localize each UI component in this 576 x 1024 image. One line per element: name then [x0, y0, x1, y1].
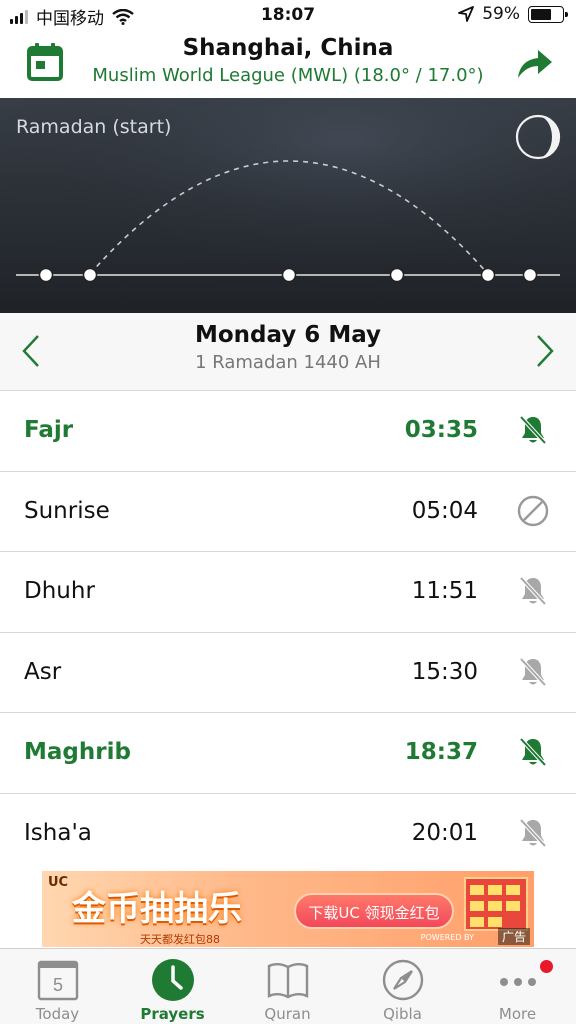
clock-icon	[151, 959, 194, 1001]
tab-quran[interactable]: Quran	[230, 949, 345, 1024]
prayer-name: Sunrise	[24, 497, 110, 524]
prayer-row-fajr[interactable]: Fajr 03:35	[0, 391, 576, 472]
tab-more[interactable]: More	[460, 949, 575, 1024]
bell-off-icon[interactable]	[516, 655, 550, 689]
tab-bar: 5 Today Prayers Quran Qibla More	[0, 948, 576, 1024]
prayer-time: 03:35	[404, 417, 478, 443]
timeline-dot	[480, 267, 496, 283]
bell-off-icon[interactable]	[516, 574, 550, 608]
ad-cta-button[interactable]: 下载UC 领现金红包	[294, 893, 454, 929]
ad-brand: UC	[48, 875, 69, 890]
tab-label: Qibla	[383, 1005, 422, 1023]
prayer-name: Dhuhr	[24, 578, 95, 604]
prayer-time: 11:51	[411, 578, 478, 604]
share-icon[interactable]	[514, 44, 554, 82]
prayer-row-maghrib[interactable]: Maghrib 18:37	[0, 713, 576, 794]
compass-icon	[382, 959, 423, 1001]
calendar-day-icon: 5	[37, 960, 78, 1001]
prayer-time: 18:37	[404, 739, 478, 765]
today-day-number: 5	[52, 975, 62, 995]
bell-off-icon[interactable]	[516, 735, 550, 769]
ad-banner[interactable]: UC 金币抽抽乐 天天都发红包88 下载UC 领现金红包 POWERED BY …	[42, 871, 534, 947]
moon-icon	[515, 114, 561, 160]
bell-off-icon[interactable]	[516, 816, 550, 850]
bell-off-icon[interactable]	[516, 413, 550, 447]
banner-label: Ramadan (start)	[16, 116, 172, 138]
disabled-icon[interactable]	[516, 494, 550, 528]
location-arrow-icon	[458, 6, 475, 22]
ad-slogan: 金币抽抽乐	[72, 889, 242, 929]
prayer-row-asr[interactable]: Asr 15:30	[0, 632, 576, 713]
current-date: Monday 6 May	[194, 322, 382, 348]
timeline-dot	[522, 267, 538, 283]
prayer-name: Asr	[24, 658, 62, 685]
sun-path-banner: Ramadan (start)	[0, 98, 576, 313]
prayer-name: Isha'a	[24, 819, 92, 846]
calculation-method[interactable]: Muslim World League (MWL) (18.0° / 17.0°…	[0, 65, 576, 86]
date-navigator: Monday 6 May 1 Ramadan 1440 AH	[0, 313, 576, 391]
timeline-dot	[82, 267, 98, 283]
prayer-list: Fajr 03:35 Sunrise 05:04 Dhuhr 11:51 Asr…	[0, 391, 576, 874]
prayer-time: 20:01	[411, 819, 478, 846]
battery-icon	[528, 5, 568, 23]
prayer-row-ishaa[interactable]: Isha'a 20:01	[0, 793, 576, 874]
header: Shanghai, China Muslim World League (MWL…	[0, 32, 576, 98]
tab-label: Prayers	[140, 1005, 205, 1023]
prayer-time: 15:30	[411, 658, 478, 685]
notification-badge	[540, 960, 553, 973]
location-title[interactable]: Shanghai, China	[0, 35, 576, 61]
ad-subtitle: 天天都发红包88	[140, 933, 220, 946]
tab-qibla[interactable]: Qibla	[345, 949, 460, 1024]
hijri-date: 1 Ramadan 1440 AH	[195, 352, 381, 373]
ad-thumbnail	[464, 877, 528, 931]
more-icon	[499, 978, 536, 986]
prayer-row-sunrise[interactable]: Sunrise 05:04	[0, 471, 576, 552]
battery-percent: 59%	[482, 4, 520, 24]
tab-label: Quran	[264, 1005, 311, 1023]
status-bar: 中国移动 18:07 59%	[0, 0, 576, 32]
next-day-button[interactable]	[532, 333, 558, 369]
tab-label: Today	[35, 1005, 80, 1023]
prayer-name: Fajr	[24, 417, 74, 443]
prayer-name: Maghrib	[24, 739, 131, 765]
tab-label: More	[498, 1005, 537, 1023]
ad-tag: 广告	[497, 928, 530, 945]
prayer-row-dhuhr[interactable]: Dhuhr 11:51	[0, 552, 576, 633]
prayer-time: 05:04	[411, 497, 478, 524]
timeline-dot	[281, 267, 297, 283]
tab-today[interactable]: 5 Today	[0, 949, 115, 1024]
ad-powered-by: POWERED BY	[420, 933, 474, 942]
tab-prayers[interactable]: Prayers	[115, 949, 230, 1024]
timeline-dot	[389, 267, 405, 283]
timeline-dot	[38, 267, 54, 283]
book-icon	[267, 963, 308, 999]
